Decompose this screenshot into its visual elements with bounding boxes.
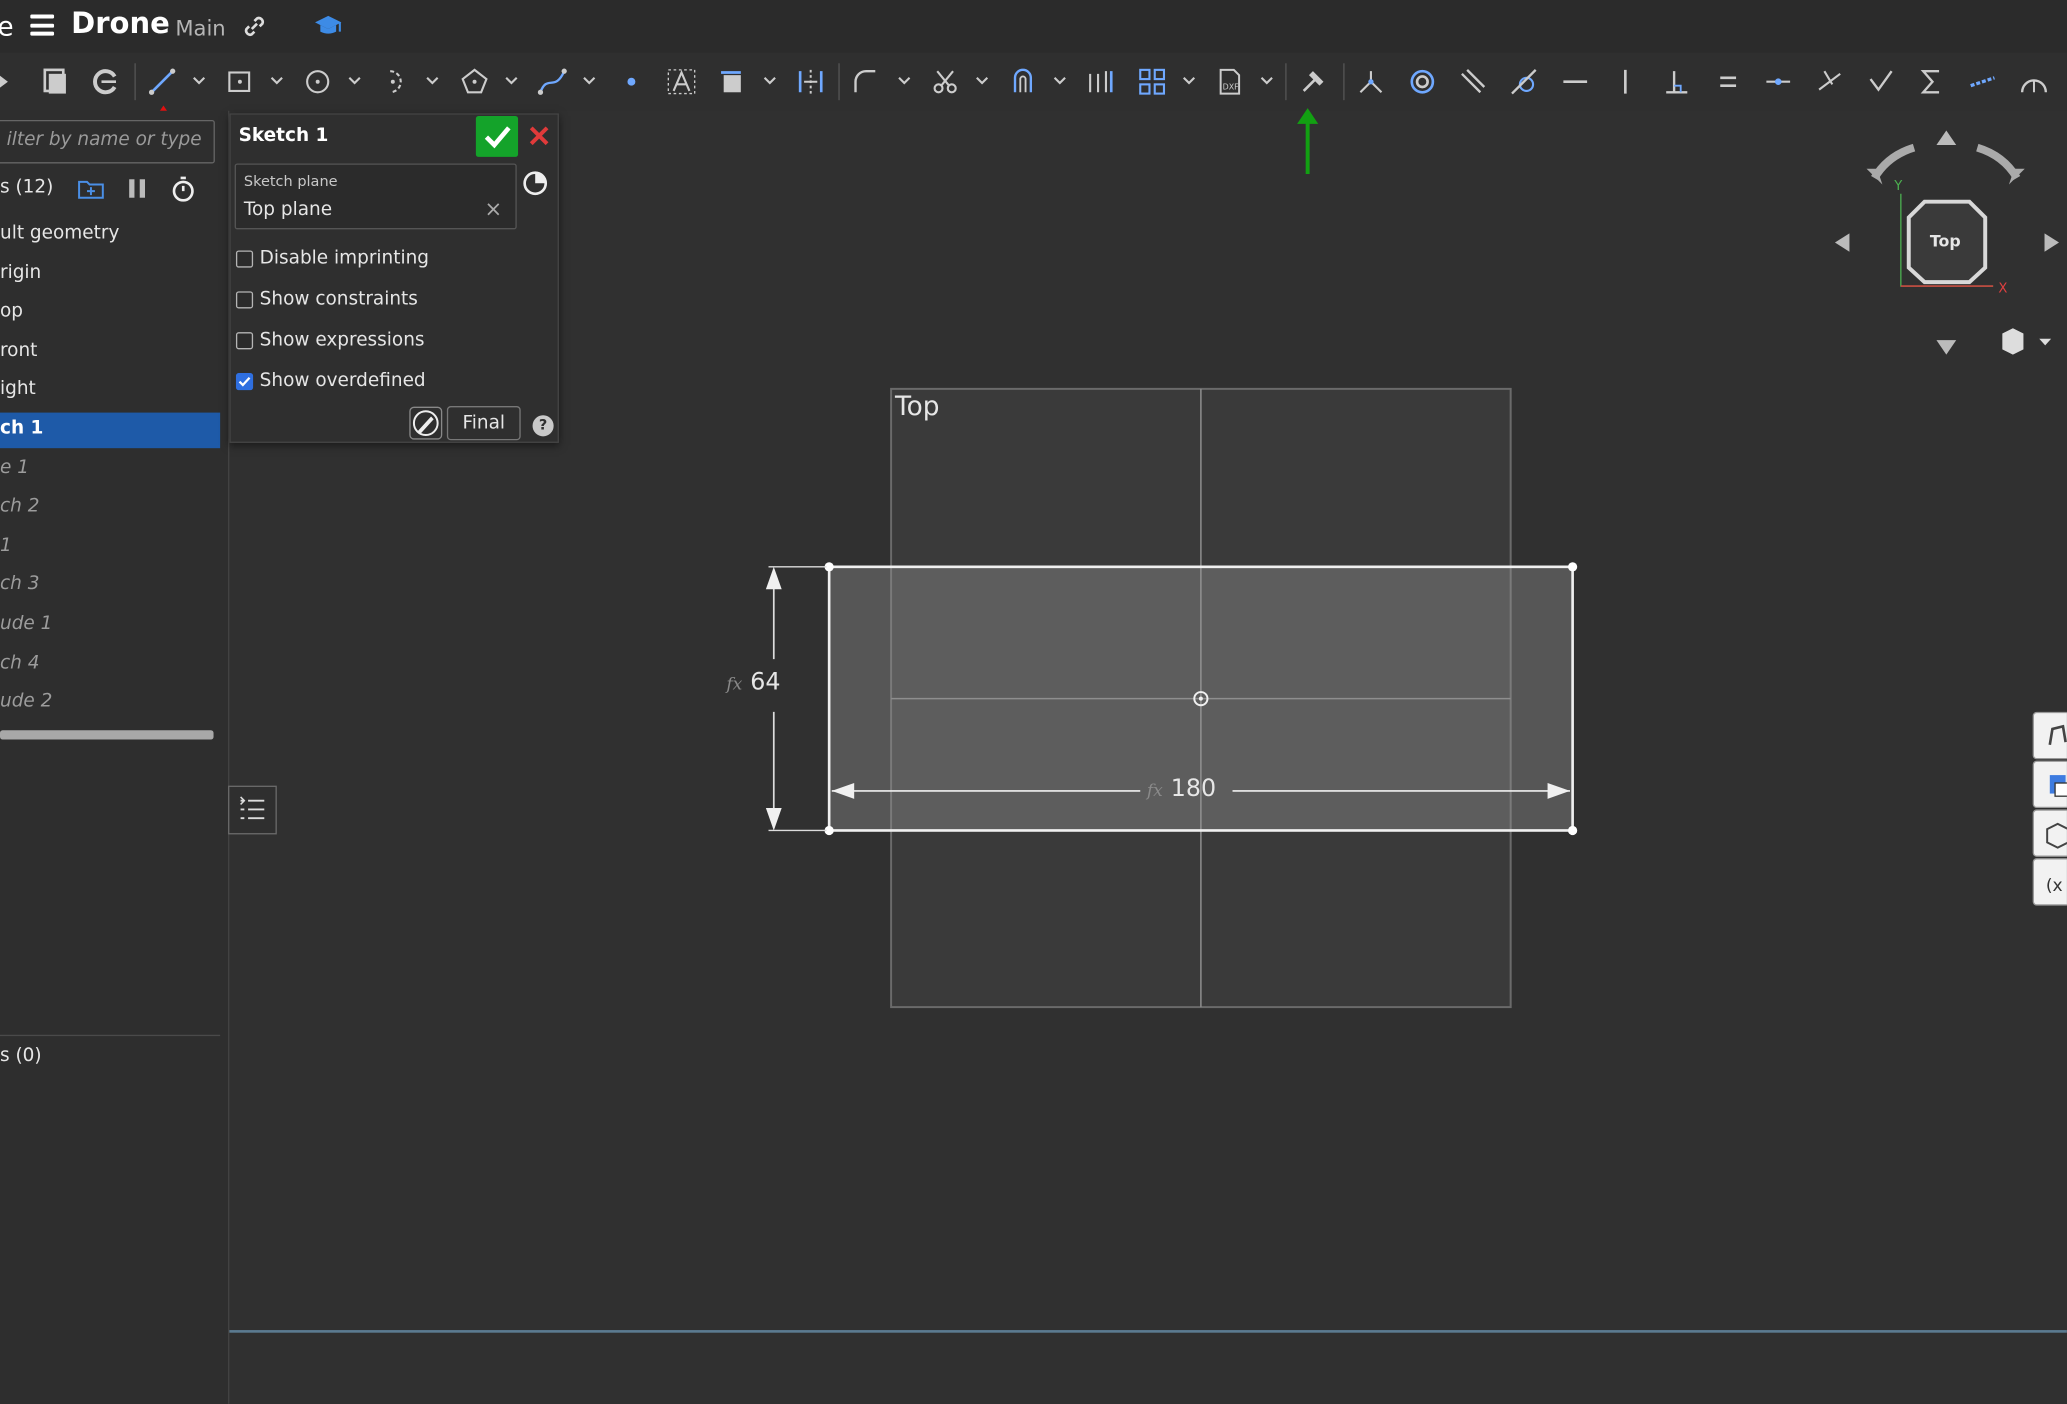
sketch-plane-field[interactable]: Sketch plane Top plane × (234, 163, 517, 230)
origin-point-dot (1198, 696, 1203, 701)
sketch-dialog: Sketch 1 Sketch plane Top plane × Disabl… (229, 113, 559, 443)
rotate-right-arrow-icon (2044, 233, 2060, 252)
cancel-button[interactable] (526, 123, 552, 149)
final-view-icon[interactable] (409, 406, 443, 440)
view-options-icon (2002, 328, 2024, 355)
rotate-down-arrow-icon (1936, 340, 1957, 355)
checkbox[interactable] (235, 290, 254, 308)
accept-button[interactable] (475, 116, 519, 157)
view-cube-face-label[interactable]: Top (1930, 232, 1961, 250)
roll-left-arrow-icon (1871, 143, 1916, 181)
rotate-left-arrow-icon (1834, 233, 1850, 252)
dimension-vertical-value[interactable]: fx 64 (726, 668, 780, 696)
corner-point[interactable] (1567, 562, 1578, 572)
dimension-extension-lines (768, 566, 827, 832)
variables-panel-tab[interactable]: (x (2032, 858, 2067, 906)
checkbox[interactable] (235, 372, 254, 390)
axis-y-label: Y (1893, 179, 1903, 194)
dimension-horizontal-text: 180 (1170, 775, 1217, 803)
dimension-arrow (765, 566, 782, 590)
option-label: Disable imprinting (259, 247, 430, 269)
svg-text:(x: (x (2046, 876, 2063, 896)
rotate-up-arrow-icon (1936, 130, 1957, 146)
option-label: Show expressions (259, 329, 425, 351)
sketch-plane-value: Top plane (243, 199, 333, 221)
option-row[interactable]: Show expressions (235, 326, 425, 355)
sketch-plane-label: Sketch plane (243, 172, 338, 190)
checkbox[interactable] (235, 331, 254, 349)
corner-point[interactable] (1567, 825, 1578, 836)
option-row[interactable]: Show overdefined (235, 366, 426, 395)
option-row[interactable]: Show constraints (235, 285, 418, 314)
sketch-dialog-title: Sketch 1 (238, 125, 329, 147)
parts-panel-tab[interactable] (2032, 760, 2067, 809)
dimension-horizontal-value[interactable]: fx 180 (1147, 775, 1216, 803)
roll-right-arrow-icon (1976, 143, 2021, 181)
appearance-panel-tab[interactable] (2032, 711, 2067, 760)
dimension-arrow (765, 808, 782, 831)
app-root: e Drone Main (0, 0, 2067, 1404)
fx-icon: fx (726, 674, 743, 695)
clear-selection-icon[interactable]: × (485, 196, 503, 221)
timeline-icon[interactable] (522, 170, 548, 196)
plane-label: Top (895, 390, 940, 422)
checkbox[interactable] (235, 249, 254, 267)
viewport-bottom-edge (229, 1330, 2067, 1333)
cube-panel-tab[interactable] (2032, 809, 2067, 857)
option-row[interactable]: Disable imprinting (235, 244, 430, 273)
fx-icon: fx (1146, 781, 1163, 802)
final-button[interactable]: Final (446, 406, 521, 441)
axis-x-label: X (1998, 282, 2007, 297)
dimension-vertical-text: 64 (750, 668, 781, 697)
help-icon[interactable]: ? (532, 415, 554, 437)
option-label: Show constraints (259, 288, 418, 310)
option-label: Show overdefined (259, 370, 426, 392)
